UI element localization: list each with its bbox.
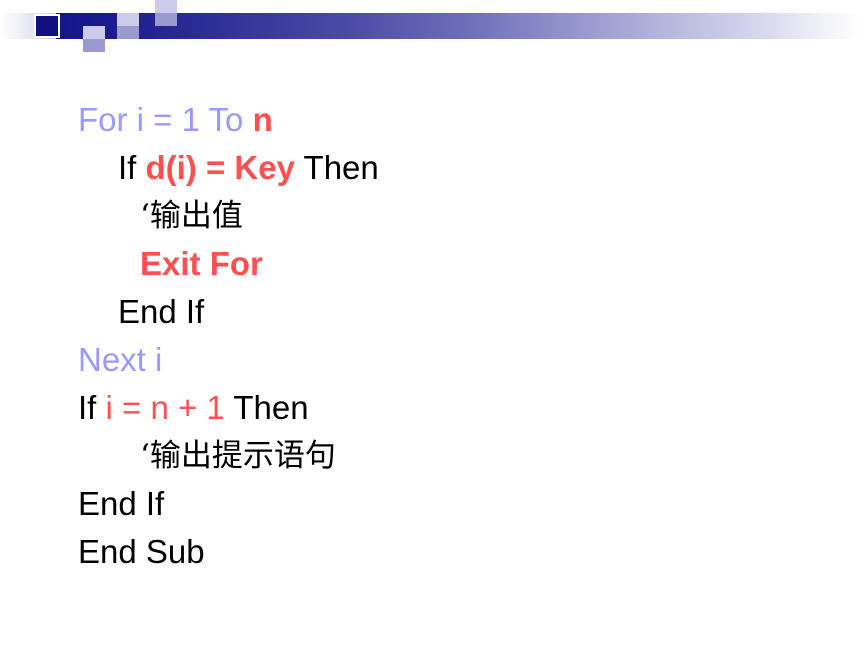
code-token: ‘输出提示语句 (140, 438, 336, 474)
line-comment-output-prompt: ‘输出提示语句 (0, 432, 860, 480)
code-token: ‘输出值 (140, 198, 243, 234)
code-token: Exit For (140, 245, 263, 282)
decorative-header-banner (0, 0, 860, 58)
line-end-sub: End Sub (0, 528, 860, 576)
header-square-mid-lower (117, 26, 139, 39)
header-square-light-mid-left (117, 13, 139, 26)
line-end-if-inner: End If (0, 288, 860, 336)
header-square-mid-bottom (83, 39, 105, 52)
line-if-i-eq-n-plus-1: If i = n + 1 Then (0, 384, 860, 432)
code-token: Then (294, 149, 379, 186)
line-comment-output-value: ‘输出值 (0, 192, 860, 240)
header-square-light-top (155, 0, 177, 13)
header-square-mid-top (155, 13, 177, 26)
line-end-if-outer: End If (0, 480, 860, 528)
code-token: d(i) = Key (145, 149, 295, 186)
code-token: If (118, 149, 146, 186)
code-token: End Sub (78, 533, 205, 570)
code-token: For i = 1 To (78, 101, 253, 138)
code-token: End If (118, 293, 205, 330)
line-exit-for: Exit For (0, 240, 860, 288)
code-token: i = n + 1 (105, 389, 225, 426)
line-if-key: If d(i) = Key Then (0, 144, 860, 192)
line-next-i: Next i (0, 336, 860, 384)
header-square-light-lower-left (83, 26, 105, 39)
code-token: Next i (78, 341, 163, 378)
header-square-dark-fill (36, 16, 58, 36)
code-listing: For i = 1 To n If d(i) = Key Then ‘输出值 Exit… (0, 96, 860, 576)
code-token: If (78, 389, 106, 426)
code-token: n (252, 101, 273, 138)
code-token: End If (78, 485, 165, 522)
line-for: For i = 1 To n (0, 96, 860, 144)
code-token: Then (224, 389, 309, 426)
